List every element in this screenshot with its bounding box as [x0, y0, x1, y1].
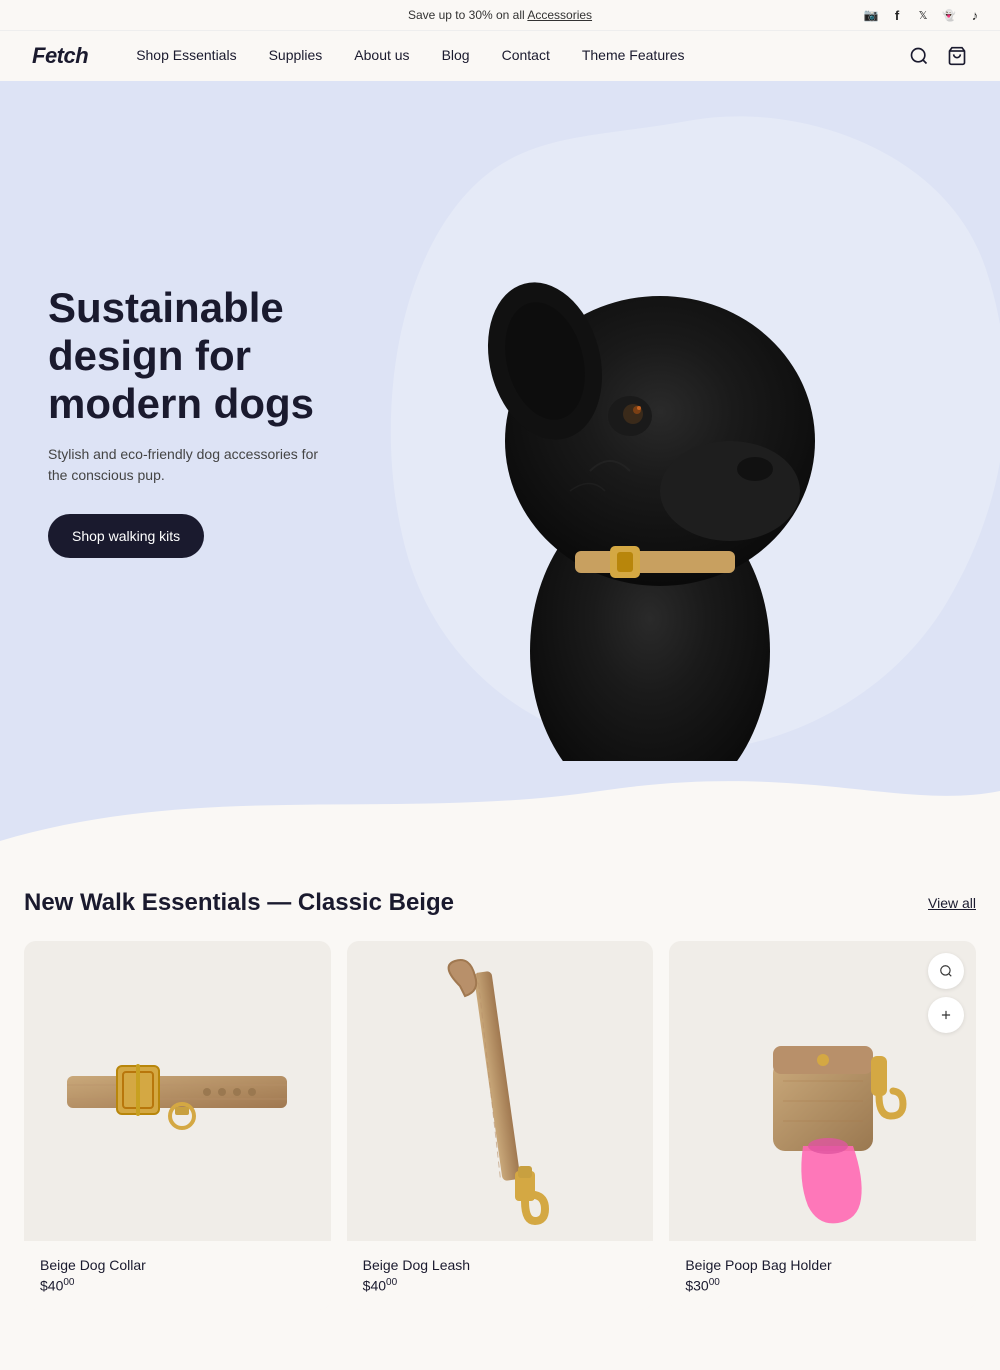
tiktok-icon[interactable]: [966, 6, 984, 24]
bag-holder-svg: [683, 951, 963, 1231]
nav-links: Shop Essentials Supplies About us Blog C…: [136, 47, 908, 65]
product-name-collar: Beige Dog Collar: [40, 1257, 315, 1273]
nav-supplies[interactable]: Supplies: [269, 47, 323, 63]
product-add-button[interactable]: [928, 997, 964, 1033]
cart-button[interactable]: [946, 45, 968, 67]
product-card-leash[interactable]: Beige Dog Leash $4000: [347, 941, 654, 1310]
instagram-icon[interactable]: [862, 6, 880, 24]
price-cents-leash: 00: [386, 1277, 397, 1288]
products-section-title: New Walk Essentials — Classic Beige: [24, 889, 454, 917]
view-all-link[interactable]: View all: [928, 895, 976, 911]
nav-theme-features[interactable]: Theme Features: [582, 47, 685, 63]
nav-blog[interactable]: Blog: [442, 47, 470, 63]
product-name-bag-holder: Beige Poop Bag Holder: [685, 1257, 960, 1273]
product-actions-bag-holder: [928, 953, 964, 1033]
price-dollar-bag-holder: $: [685, 1278, 693, 1294]
products-header: New Walk Essentials — Classic Beige View…: [24, 889, 976, 917]
price-dollar-collar: $: [40, 1278, 48, 1294]
nav-contact[interactable]: Contact: [502, 47, 550, 63]
product-info-bag-holder: Beige Poop Bag Holder $3000: [669, 1241, 976, 1310]
collar-svg: [37, 1001, 317, 1181]
product-image-collar: [24, 941, 331, 1241]
hero-cta-button[interactable]: Shop walking kits: [48, 514, 204, 558]
nav-shop-essentials[interactable]: Shop Essentials: [136, 47, 236, 63]
search-button[interactable]: [908, 45, 930, 67]
product-search-button[interactable]: [928, 953, 964, 989]
announcement-text: Save up to 30% on all: [408, 8, 527, 22]
price-cents-bag-holder: 00: [709, 1277, 720, 1288]
products-grid: Beige Dog Collar $4000: [24, 941, 976, 1310]
hero-subtitle: Stylish and eco-friendly dog accessories…: [48, 444, 332, 486]
product-info-collar: Beige Dog Collar $4000: [24, 1241, 331, 1310]
leash-svg: [360, 951, 640, 1231]
product-price-leash: $4000: [363, 1277, 638, 1294]
hero-title: Sustainable design for modern dogs: [48, 284, 332, 429]
hero-content: Sustainable design for modern dogs Styli…: [0, 204, 380, 639]
twitter-icon[interactable]: [914, 6, 932, 24]
price-cents-collar: 00: [63, 1277, 74, 1288]
product-price-collar: $4000: [40, 1277, 315, 1294]
product-image-leash: [347, 941, 654, 1241]
facebook-icon[interactable]: [888, 6, 906, 24]
dog-illustration: [390, 131, 910, 761]
products-section: New Walk Essentials — Classic Beige View…: [0, 841, 1000, 1370]
product-price-bag-holder: $3000: [685, 1277, 960, 1294]
nav-about[interactable]: About us: [354, 47, 409, 63]
hero-section: Sustainable design for modern dogs Styli…: [0, 81, 1000, 761]
price-value-collar: 40: [48, 1278, 64, 1294]
price-value-leash: 40: [370, 1278, 386, 1294]
logo[interactable]: Fetch: [32, 43, 88, 69]
snapchat-icon[interactable]: [940, 6, 958, 24]
announcement-bar: Save up to 30% on all Accessories: [0, 0, 1000, 31]
main-nav: Fetch Shop Essentials Supplies About us …: [0, 31, 1000, 81]
nav-actions: [908, 45, 968, 67]
product-card-collar[interactable]: Beige Dog Collar $4000: [24, 941, 331, 1310]
product-info-leash: Beige Dog Leash $4000: [347, 1241, 654, 1310]
announcement-link[interactable]: Accessories: [527, 8, 592, 22]
product-card-bag-holder[interactable]: Beige Poop Bag Holder $3000: [669, 941, 976, 1310]
product-name-leash: Beige Dog Leash: [363, 1257, 638, 1273]
wave-divider: [0, 761, 1000, 841]
price-value-bag-holder: 30: [693, 1278, 709, 1294]
price-dollar-leash: $: [363, 1278, 371, 1294]
hero-dog-image: [360, 111, 940, 761]
social-icons-bar: [862, 6, 984, 24]
